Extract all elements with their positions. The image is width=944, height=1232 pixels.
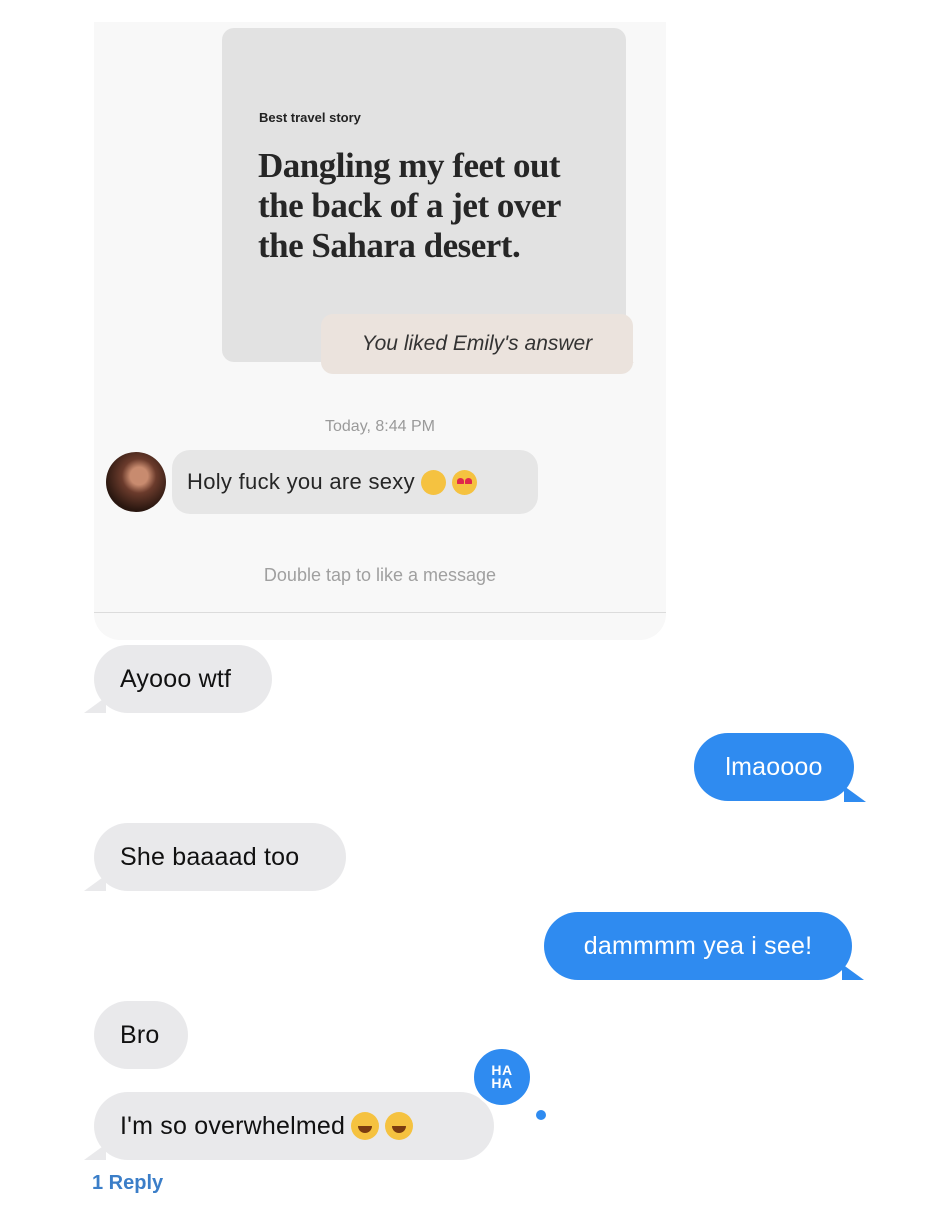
bubble-tail (84, 1144, 106, 1160)
double-tap-hint: Double tap to like a message (263, 565, 497, 585)
prompt-answer: Dangling my feet out the back of a jet o… (258, 146, 561, 265)
reaction-label-bottom: HA (491, 1075, 513, 1091)
incoming-message-text: Holy fuck you are sexy (187, 469, 415, 494)
prompt-card: Best travel story Dangling my feet out t… (222, 28, 626, 362)
reply-count-link[interactable]: 1 Reply (92, 1172, 163, 1195)
bubble-tail (84, 697, 106, 713)
laughing-tears-icon (385, 1112, 414, 1140)
heart-eyes-face-icon (451, 469, 477, 495)
message-bubble-incoming[interactable]: Ayooo wtf (94, 645, 272, 713)
message-bubble-outgoing[interactable]: dammmm yea i see! (544, 912, 852, 980)
laughing-tears-icon (351, 1112, 380, 1140)
message-text: Bro (120, 1020, 160, 1049)
message-text: I'm so overwhelmed (120, 1111, 346, 1140)
message-text: lmaoooo (725, 752, 823, 781)
avatar (106, 452, 166, 512)
message-bubble-outgoing[interactable]: lmaoooo (694, 733, 854, 801)
divider (94, 612, 666, 613)
haha-reaction-icon[interactable]: HA HA (471, 1046, 533, 1108)
embedded-screenshot: Best travel story Dangling my feet out t… (94, 22, 666, 640)
prompt-label: Best travel story (259, 110, 361, 125)
smiling-face-icon (420, 469, 446, 495)
message-text: Ayooo wtf (120, 664, 232, 693)
liked-bubble-tail (616, 362, 634, 374)
bubble-tail (844, 786, 866, 802)
message-bubble-incoming[interactable]: Bro (94, 1001, 188, 1069)
message-bubble-incoming[interactable]: I'm so overwhelmed (94, 1092, 494, 1160)
liked-answer-bubble: You liked Emily's answer (321, 314, 633, 374)
bubble-tail (842, 964, 864, 980)
message-text: dammmm yea i see! (583, 931, 813, 960)
message-bubble-incoming[interactable]: She baaaad too (94, 823, 346, 891)
message-text: She baaaad too (120, 842, 300, 871)
reaction-tail-dot (536, 1110, 546, 1120)
incoming-message-bubble: Holy fuck you are sexy (172, 450, 538, 514)
message-timestamp: Today, 8:44 PM (325, 418, 435, 435)
bubble-tail (84, 875, 106, 891)
